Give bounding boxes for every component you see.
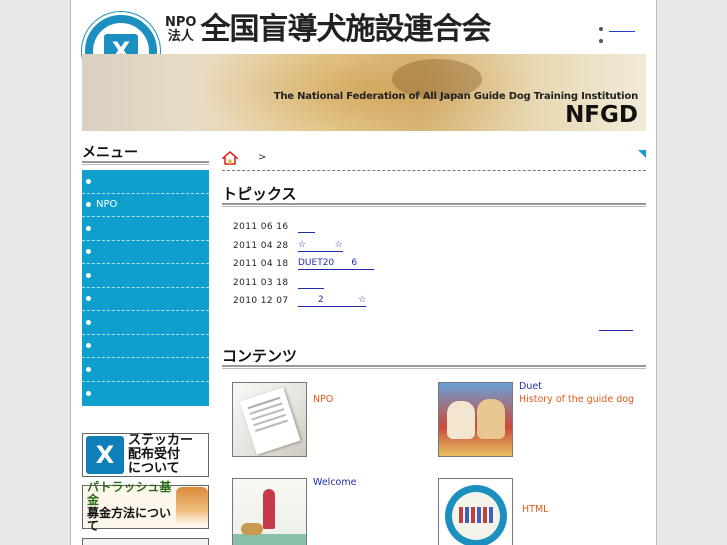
npo-label: NPO 法人 [165,15,197,44]
dog-illustration [241,523,263,535]
topic-link[interactable]: DUET20 6 [298,258,375,271]
bullet-icon [86,225,91,231]
dog-image [477,399,505,439]
sidebar-item-9[interactable] [82,358,209,382]
bullet-icon [86,296,91,302]
patrasche-banner-text: パトラッシュ基金 募金方法について [87,480,172,533]
topics-more-link[interactable] [599,323,633,331]
org-name: NPO 法人 全国盲導犬施設連合会 [165,12,491,47]
topics-rule [222,203,646,207]
menu-title: メニュー [82,145,138,161]
sidebar-item-10[interactable] [82,382,209,406]
bullet-icon [86,366,91,372]
menu-title-rule [82,161,209,165]
topic-row: 2010 12 07 2 ☆ [233,295,367,308]
content-html-link[interactable]: HTML [522,503,548,516]
sticker-banner[interactable]: ステッカー 配布受付 について [82,433,209,477]
bullet-icon [599,39,603,43]
breadcrumb-separator: > [258,152,267,163]
bullet-icon [86,202,91,208]
topic-row: 2011 04 18 DUET20 6 [233,258,375,271]
sidebar-item-npo[interactable]: NPO [82,194,209,217]
contents-rule [222,365,646,369]
page-container: NPO 法人 全国盲導犬施設連合会 The National Federatio… [70,0,657,545]
topics-title: トピックス [222,185,297,203]
sidebar-menu: NPO [82,170,209,406]
org-title: 全国盲導犬施設連合会 [200,12,491,47]
duet-thumbnail[interactable] [438,382,513,457]
header-links [599,24,639,48]
dog-image [447,401,475,439]
sidebar-item-7[interactable] [82,311,209,335]
sidebar-banner-3[interactable] [82,538,209,545]
sidebar-item-1[interactable] [82,170,209,194]
corner-triangle-icon [638,150,646,158]
document-image [239,387,301,455]
content-duet-link[interactable]: Duet History of the guide dog [519,380,634,406]
content-welcome-link[interactable]: Welcome [313,476,356,489]
banner-english-title: The National Federation of All Japan Gui… [273,91,638,102]
topic-row: 2011 03 18 [233,274,633,293]
welcome-thumbnail[interactable] [232,478,307,545]
home-icon[interactable] [222,151,238,165]
bullet-icon [86,272,91,278]
sticker-banner-text: ステッカー 配布受付 について [128,433,194,476]
topic-row: 2011 04 28 ☆ ☆ [233,239,343,252]
sidebar-item-6[interactable] [82,288,209,311]
npo-thumbnail[interactable] [232,382,307,457]
dog-illustration-icon [176,487,208,527]
bullet-icon [86,249,91,255]
topic-link[interactable]: 2 ☆ [298,295,367,308]
contents-title: コンテンツ [222,347,298,365]
html-thumbnail[interactable] [438,478,513,545]
banner-abbr: NFGD [565,102,638,128]
patrasche-fund-banner[interactable]: パトラッシュ基金 募金方法について [82,481,209,533]
topic-link[interactable] [298,277,324,289]
topic-link[interactable] [298,221,316,234]
topics-list: 2011 06 16 2011 04 28 ☆ ☆ 2011 04 18 DUET2… [233,218,633,311]
bullet-icon [86,178,91,184]
header-link-1[interactable] [599,24,639,34]
sidebar-item-8[interactable] [82,335,209,358]
header-link-2[interactable] [599,36,639,46]
bullet-icon [86,319,91,325]
topic-link[interactable]: ☆ ☆ [298,240,343,252]
header-banner: The National Federation of All Japan Gui… [82,54,646,131]
bullet-icon [86,390,91,396]
guide-dog-mark-icon [86,436,124,474]
breadcrumb: > [222,149,646,171]
sidebar-item-4[interactable] [82,241,209,264]
topic-row: 2011 06 16 [233,218,633,237]
person-illustration [263,489,275,529]
bullet-icon [86,343,91,349]
sidebar-item-5[interactable] [82,264,209,288]
sidebar-item-3[interactable] [82,217,209,241]
content-npo-link[interactable]: NPO [313,393,333,406]
bullet-icon [599,27,603,31]
